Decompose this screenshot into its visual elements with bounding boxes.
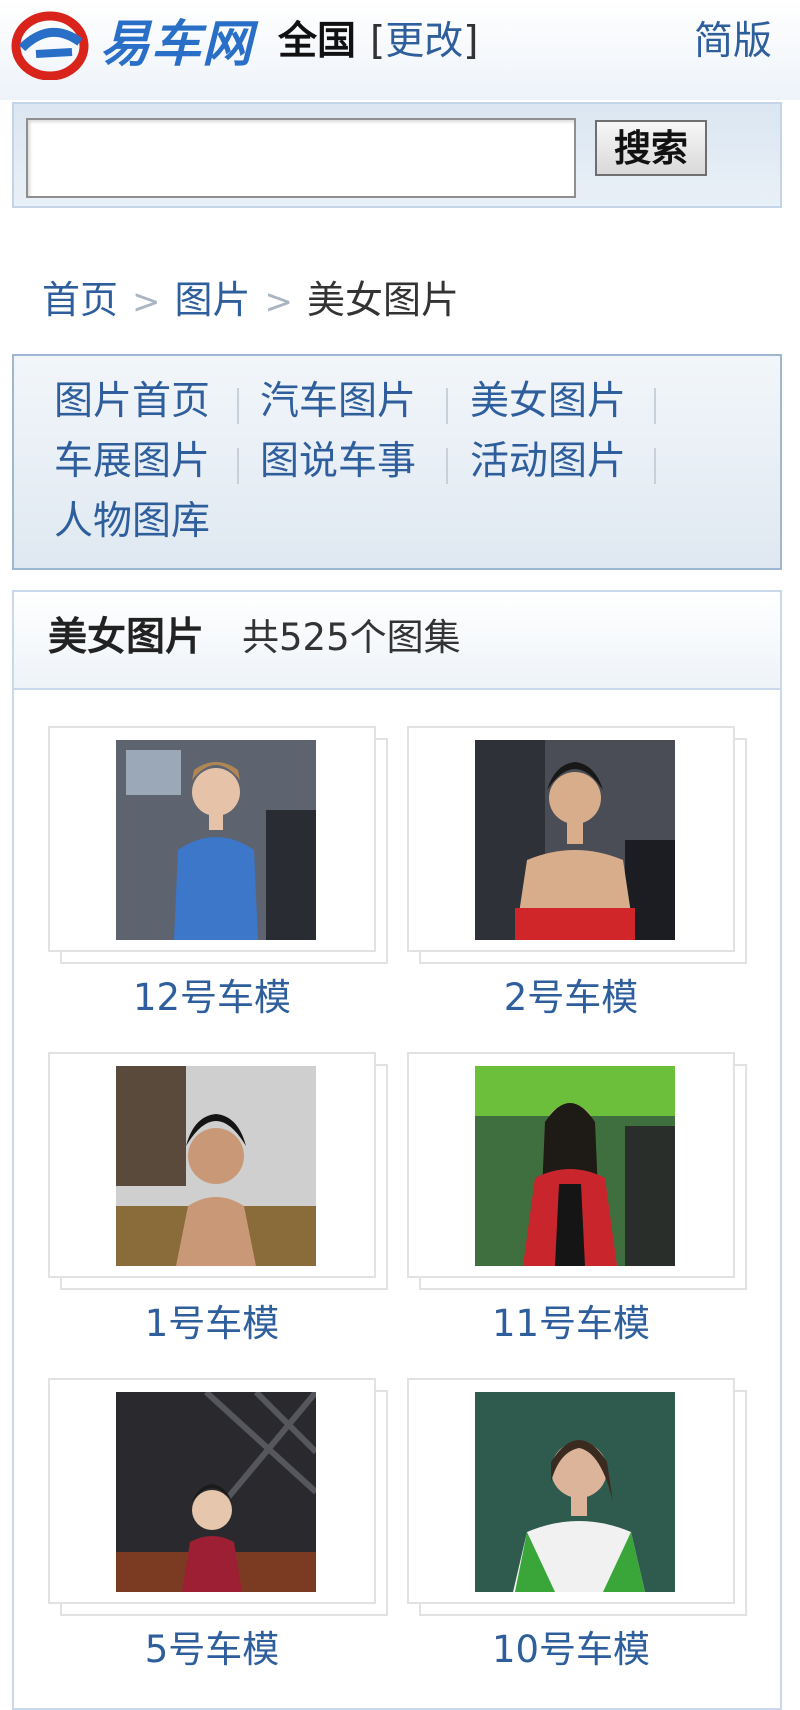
- gallery-thumbnail[interactable]: [116, 1066, 316, 1266]
- change-region: [更改]: [370, 18, 478, 66]
- logo-e-icon: [11, 11, 89, 81]
- breadcrumb-current: 美女图片: [307, 278, 460, 322]
- thumbnail-frame: [48, 1052, 376, 1278]
- thumbnail-frame: [407, 1378, 735, 1604]
- gallery-card[interactable]: 1号车模: [48, 1052, 388, 1357]
- gallery-card[interactable]: 5号车模: [48, 1378, 388, 1683]
- thumbnail-frame: [48, 1378, 376, 1604]
- gallery-caption[interactable]: 1号车模: [48, 1300, 376, 1348]
- nav-item-pictures-home[interactable]: 图片首页: [54, 378, 210, 426]
- top-header: 易车网 全国 [更改] 简版: [0, 0, 800, 100]
- thumbnail-frame: [48, 726, 376, 952]
- site-logo[interactable]: 易车网: [10, 8, 255, 81]
- breadcrumb-separator: >: [264, 282, 294, 322]
- thumbnail-frame: [407, 1052, 735, 1278]
- gallery-caption[interactable]: 12号车模: [48, 974, 376, 1022]
- breadcrumb-pictures[interactable]: 图片: [175, 278, 251, 322]
- lite-version-link[interactable]: 简版: [694, 18, 772, 66]
- change-region-link[interactable]: 更改: [385, 19, 463, 64]
- nav-divider: [654, 388, 656, 424]
- search-button[interactable]: 搜索: [595, 120, 707, 176]
- nav-divider: [237, 388, 239, 424]
- gallery-caption[interactable]: 2号车模: [407, 974, 735, 1022]
- breadcrumb-separator: >: [132, 282, 161, 322]
- gallery-caption[interactable]: 5号车模: [48, 1626, 376, 1674]
- nav-item-car-pictures[interactable]: 汽车图片: [260, 378, 416, 426]
- nav-item-people-gallery[interactable]: 人物图库: [54, 498, 210, 546]
- gallery-thumbnail[interactable]: [475, 740, 675, 940]
- panel-title: 美女图片: [48, 615, 205, 660]
- gallery-panel: 美女图片 共525个图集 12号车模 2号车模 1号车模 11号车模 5号车模 …: [12, 590, 782, 1710]
- nav-divider: [654, 448, 656, 484]
- nav-item-car-stories[interactable]: 图说车事: [260, 438, 416, 486]
- gallery-card[interactable]: 10号车模: [407, 1378, 747, 1683]
- gallery-thumbnail[interactable]: [116, 740, 316, 940]
- nav-divider: [446, 388, 448, 424]
- bracket-open: [: [370, 19, 386, 64]
- nav-item-beauty-pictures[interactable]: 美女图片: [470, 378, 626, 426]
- search-bar: 搜索: [12, 102, 782, 208]
- gallery-count: 共525个图集: [242, 616, 461, 659]
- gallery-thumbnail[interactable]: [475, 1392, 675, 1592]
- nav-item-auto-show-pictures[interactable]: 车展图片: [54, 438, 210, 486]
- gallery-card[interactable]: 11号车模: [407, 1052, 747, 1357]
- gallery-caption[interactable]: 11号车模: [407, 1300, 735, 1348]
- nav-divider: [237, 448, 239, 484]
- breadcrumb: 首页 > 图片 > 美女图片: [42, 276, 459, 326]
- thumbnail-frame: [407, 726, 735, 952]
- gallery-thumbnail[interactable]: [116, 1392, 316, 1592]
- gallery-card[interactable]: 2号车模: [407, 726, 747, 1031]
- gallery-thumbnail[interactable]: [475, 1066, 675, 1266]
- gallery-caption[interactable]: 10号车模: [407, 1626, 735, 1674]
- nav-item-event-pictures[interactable]: 活动图片: [470, 438, 626, 486]
- nav-divider: [446, 448, 448, 484]
- breadcrumb-home[interactable]: 首页: [42, 278, 118, 322]
- search-input[interactable]: [26, 118, 576, 198]
- region-label: 全国: [278, 19, 357, 64]
- bracket-close: ]: [463, 19, 479, 64]
- category-nav: 图片首页 汽车图片 美女图片 车展图片 图说车事 活动图片 人物图库: [12, 354, 782, 570]
- panel-header: 美女图片 共525个图集: [14, 592, 780, 690]
- gallery-card[interactable]: 12号车模: [48, 726, 388, 1031]
- logo-text: 易车网: [100, 15, 253, 73]
